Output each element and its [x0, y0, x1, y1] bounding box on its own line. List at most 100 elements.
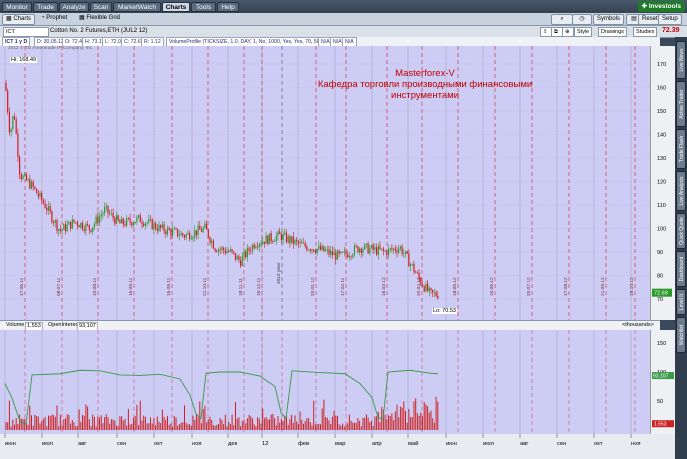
volume-bar [269, 419, 270, 430]
tab-help[interactable]: Help [217, 2, 239, 12]
volume-bar [291, 414, 293, 430]
expiration-date-label: 16.09.11 [128, 277, 134, 296]
candle-body [42, 200, 44, 204]
candle-body [122, 218, 124, 225]
candle-body [393, 248, 395, 250]
candle-body [299, 242, 301, 244]
volume-bar [156, 416, 158, 430]
candle-body [10, 128, 12, 133]
flexible-grid-button[interactable]: ▦ Flexible Grid [76, 14, 123, 23]
tab-charts[interactable]: Charts [162, 2, 190, 12]
candle-body [231, 249, 233, 252]
volume-bar [233, 425, 235, 430]
volume-bar [190, 425, 192, 430]
volume-bar [97, 416, 99, 430]
volume-bar [117, 426, 119, 430]
volume-chart[interactable] [0, 330, 650, 434]
volume-bar [78, 409, 80, 430]
volume-bar [326, 417, 328, 430]
volume-bar [189, 424, 191, 430]
volume-bar [173, 415, 175, 430]
zoom-icon[interactable]: ⊕ [562, 27, 574, 37]
candle-body [34, 186, 36, 189]
price-axis-tick: 100 [657, 227, 666, 233]
volume-bar [333, 410, 335, 430]
charts-button[interactable]: ▦ Charts [2, 14, 36, 25]
candle-body [138, 215, 140, 218]
time-axis-labels: июн июл авг сен окт ноя дек 12 фев мар апр май июн ию… [4, 434, 641, 447]
volume-bar [187, 424, 189, 430]
volume-bar [124, 418, 126, 430]
sidebar-item-watchlist[interactable]: Watchlist [676, 317, 686, 353]
candle-body [336, 250, 339, 260]
clock-button[interactable]: ◷ [572, 14, 592, 25]
price-axis-tick: 90 [657, 250, 663, 256]
symbols-button[interactable]: Symbols [593, 14, 625, 25]
volume-bar [175, 417, 177, 430]
search-button[interactable]: ⌕ [551, 14, 573, 25]
volume-bar [403, 401, 405, 430]
candle-body [301, 242, 303, 244]
candle-body [61, 229, 63, 232]
price-axis-tick: 140 [657, 133, 666, 139]
tab-tools[interactable]: Tools [191, 2, 216, 12]
candle-body [114, 217, 116, 224]
studies-button[interactable]: Studies [633, 27, 658, 37]
style-button[interactable]: Style [574, 27, 593, 37]
candle-body [279, 231, 281, 234]
setup-button[interactable]: Setup [658, 14, 682, 25]
volume-bar [360, 426, 362, 430]
time-axis-tick: июн [446, 441, 457, 447]
candle-body [20, 174, 22, 180]
candle-body [204, 223, 206, 228]
tab-scan[interactable]: Scan [90, 2, 112, 12]
charts-button-label: Charts [13, 16, 32, 22]
symbol-input[interactable]: ICT [3, 27, 49, 37]
volume-bar [136, 404, 138, 430]
candle-body [316, 248, 318, 253]
candle-body [187, 232, 189, 235]
volume-bar [185, 422, 187, 430]
drawings-button[interactable]: Drawings [598, 27, 627, 37]
candle-body [100, 214, 102, 217]
candle-body [24, 173, 26, 176]
volume-bar [379, 422, 381, 430]
candle-body [73, 219, 75, 223]
candle-body [280, 233, 282, 241]
volume-axis-tick: 50 [657, 399, 663, 405]
expiration-date-label: 16.09.11 [166, 277, 172, 296]
candle-body [382, 248, 384, 251]
price-axis-tick: 170 [657, 62, 666, 68]
tab-monitor[interactable]: Monitor [2, 2, 32, 12]
tab-marketwatch[interactable]: MarketWatch [113, 2, 161, 12]
candle-body [399, 246, 401, 249]
volume-bar [121, 416, 123, 430]
candle-body [121, 218, 123, 224]
candle-body [107, 205, 109, 214]
time-axis-tick: 12 [262, 441, 268, 447]
volume-bar [46, 426, 48, 430]
tab-analyze[interactable]: Analyze [59, 2, 89, 12]
volume-bar [338, 424, 340, 430]
tab-trade[interactable]: Trade [33, 2, 58, 12]
volume-bar [5, 422, 7, 430]
volume-bar [323, 399, 325, 430]
volume-bar [85, 404, 87, 430]
volume-bar [31, 415, 32, 430]
candle-body [185, 234, 187, 238]
prophet-button[interactable]: ◔ Prophet [38, 14, 70, 23]
volume-bar [24, 418, 26, 430]
candle-body [148, 219, 150, 223]
candle-body [304, 242, 306, 247]
volume-bar [423, 401, 425, 430]
candle-body [248, 247, 250, 251]
volume-bar [277, 416, 279, 430]
volume-bar [238, 417, 240, 430]
time-axis-tick: ноя [192, 441, 202, 447]
candle-body [306, 246, 308, 251]
candle-body [396, 250, 398, 253]
candle-body [144, 223, 146, 226]
candle-body [313, 249, 315, 252]
volume-bar [68, 414, 70, 430]
candle-body [32, 181, 34, 187]
